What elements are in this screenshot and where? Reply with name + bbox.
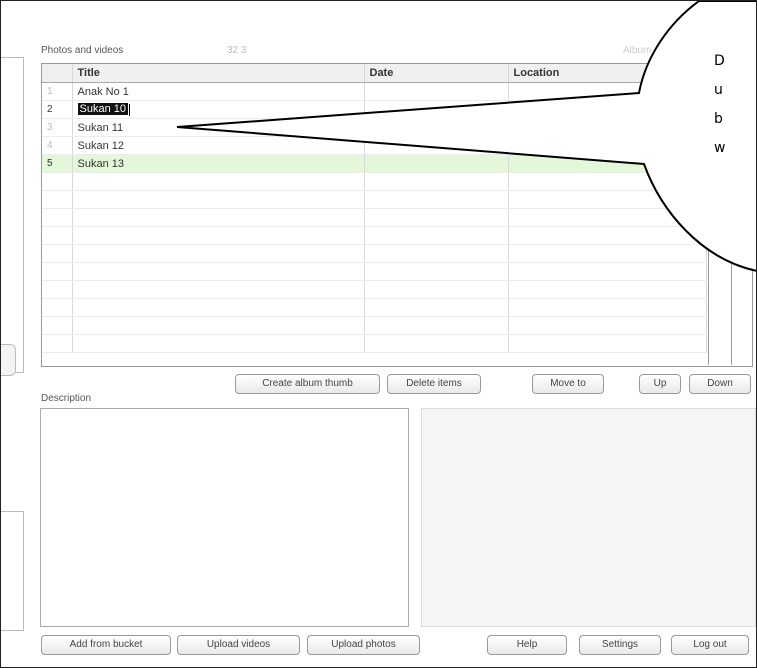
empty-row: [42, 208, 707, 227]
settings-button[interactable]: Settings: [579, 635, 661, 655]
row-location[interactable]: [508, 118, 707, 137]
left-pane: [1, 1, 26, 667]
album-label: Album: [623, 45, 652, 56]
photos-grid[interactable]: Title Date Location 1 Anak No 1 2 Sukan …: [41, 63, 753, 367]
up-button[interactable]: Up: [639, 374, 681, 394]
photos-table: Title Date Location 1 Anak No 1 2 Sukan …: [42, 64, 707, 353]
column-header-num[interactable]: [42, 64, 73, 83]
empty-row: [42, 280, 707, 299]
row-date[interactable]: [364, 136, 509, 155]
empty-row: [42, 172, 707, 191]
table-row[interactable]: 3 Sukan 11: [42, 118, 707, 137]
delete-items-button[interactable]: Delete items: [387, 374, 481, 394]
down-button[interactable]: Down: [689, 374, 751, 394]
callout-line: w: [714, 140, 726, 156]
row-number: 3: [42, 118, 73, 137]
empty-row: [42, 262, 707, 281]
column-header-date[interactable]: Date: [364, 64, 509, 83]
row-title[interactable]: Sukan 13: [72, 154, 365, 173]
row-title[interactable]: Sukan 11: [72, 118, 365, 137]
table-row[interactable]: 4 Sukan 12: [42, 136, 707, 155]
album-list-panel[interactable]: [1, 57, 24, 373]
description-label: Description: [41, 393, 92, 404]
row-number: 5: [42, 154, 73, 173]
row-location[interactable]: [508, 100, 707, 119]
row-title[interactable]: Sukan 12: [72, 136, 365, 155]
selected-title-text[interactable]: Sukan 10: [77, 103, 128, 116]
left-lower-panel: [1, 511, 24, 631]
callout-text: D u b w: [714, 47, 725, 163]
description-textarea[interactable]: [40, 408, 409, 627]
empty-row: [42, 298, 707, 317]
table-header-row: Title Date Location: [42, 64, 707, 83]
table-row-highlighted[interactable]: 5 Sukan 13: [42, 154, 707, 173]
app-window: Photos and videos 32 3 Album Title Date …: [0, 0, 757, 668]
collapse-handle[interactable]: [1, 344, 16, 376]
empty-row: [42, 316, 707, 335]
row-title-editor[interactable]: Sukan 10: [72, 100, 365, 119]
callout-line: D: [714, 53, 725, 69]
table-row-editing[interactable]: 2 Sukan 10: [42, 100, 707, 119]
upload-photos-button[interactable]: Upload photos: [307, 635, 420, 655]
row-date[interactable]: [364, 154, 509, 173]
move-to-button[interactable]: Move to: [532, 374, 604, 394]
item-count-label: 32 3: [227, 45, 247, 56]
help-button[interactable]: Help: [487, 635, 567, 655]
column-header-title[interactable]: Title: [72, 64, 365, 83]
row-title[interactable]: Anak No 1: [72, 82, 365, 101]
row-number: 1: [42, 82, 73, 101]
row-number: 2: [42, 100, 73, 119]
row-number: 4: [42, 136, 73, 155]
row-location[interactable]: [508, 136, 707, 155]
row-date[interactable]: [364, 118, 509, 137]
row-location[interactable]: [508, 154, 707, 173]
column-header-location[interactable]: Location: [508, 64, 707, 83]
empty-row: [42, 226, 707, 245]
log-out-button[interactable]: Log out: [671, 635, 749, 655]
row-date[interactable]: [364, 82, 509, 101]
create-album-thumb-button[interactable]: Create album thumb: [235, 374, 380, 394]
empty-row: [42, 244, 707, 263]
empty-row: [42, 334, 707, 353]
photos-section-label: Photos and videos: [41, 45, 124, 56]
row-date[interactable]: [364, 100, 509, 119]
upload-videos-button[interactable]: Upload videos: [177, 635, 300, 655]
preview-pane: [421, 408, 756, 627]
add-from-bucket-button[interactable]: Add from bucket: [41, 635, 171, 655]
callout-line: b: [714, 111, 723, 127]
callout-line: u: [714, 82, 723, 98]
table-row[interactable]: 1 Anak No 1: [42, 82, 707, 101]
empty-row: [42, 190, 707, 209]
text-caret: [128, 103, 130, 116]
row-location[interactable]: [508, 82, 707, 101]
